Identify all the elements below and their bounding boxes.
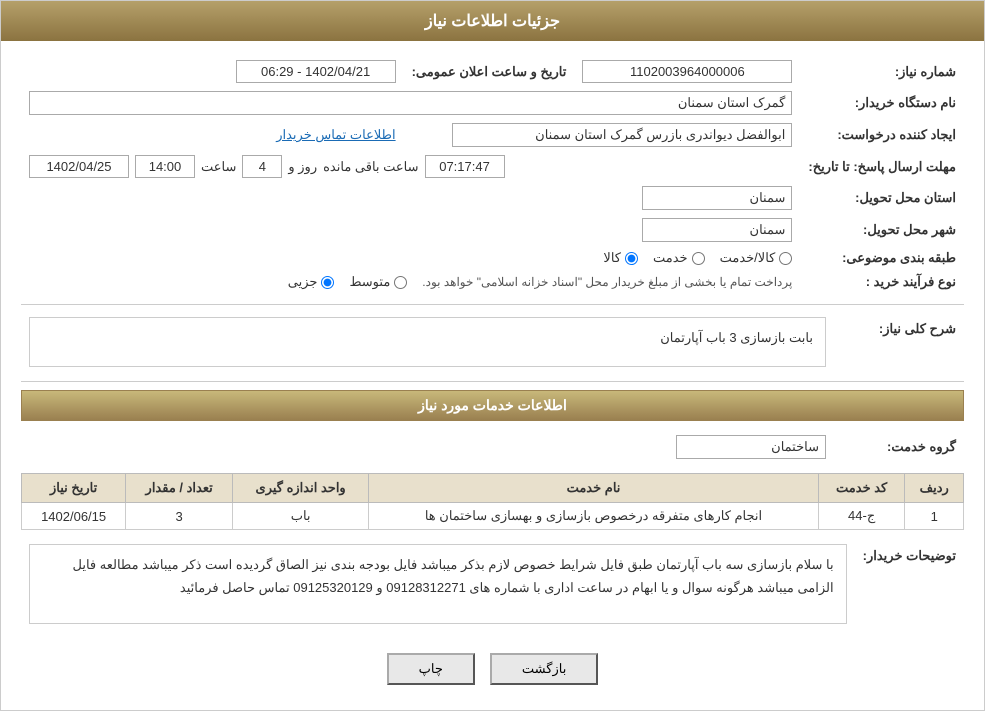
buyer-org-label: نام دستگاه خریدار: xyxy=(800,87,964,119)
col-count: تعداد / مقدار xyxy=(126,474,233,503)
province-label: استان محل تحویل: xyxy=(800,182,964,214)
deadline-time-label: ساعت xyxy=(201,159,236,175)
deadline-label: مهلت ارسال پاسخ: تا تاریخ: xyxy=(800,151,964,182)
page-title: جزئیات اطلاعات نیاز xyxy=(1,1,984,41)
services-table: ردیف کد خدمت نام خدمت واحد اندازه گیری ت… xyxy=(21,473,964,530)
col-unit: واحد اندازه گیری xyxy=(233,474,369,503)
service-info-header: اطلاعات خدمات مورد نیاز xyxy=(21,390,964,421)
category-option-service[interactable]: خدمت xyxy=(653,250,705,266)
cell-unit: باب xyxy=(233,503,369,530)
category-group: کالا/خدمت خدمت کالا xyxy=(29,250,792,266)
service-group-label: گروه خدمت: xyxy=(834,431,964,463)
category-option-goods-service[interactable]: کالا/خدمت xyxy=(720,250,793,266)
deadline-days: 4 xyxy=(242,155,282,178)
back-button[interactable]: بازگشت xyxy=(490,653,598,685)
province-value: سمنان xyxy=(642,186,792,210)
cell-date: 1402/06/15 xyxy=(22,503,126,530)
deadline-time: 14:00 xyxy=(135,155,195,178)
cell-count: 3 xyxy=(126,503,233,530)
countdown-value: 07:17:47 xyxy=(425,155,505,178)
contact-link[interactable]: اطلاعات تماس خریدار xyxy=(276,127,395,142)
need-number-label: شماره نیاز: xyxy=(800,56,964,87)
category-option-goods[interactable]: کالا xyxy=(603,250,638,266)
table-row: 1ج-44انجام کارهای متفرقه درخصوص بازسازی … xyxy=(22,503,964,530)
days-and-label: روز و xyxy=(288,159,317,175)
need-number-value: 1102003964000006 xyxy=(582,60,792,83)
announce-date: 1402/04/21 - 06:29 xyxy=(236,60,396,83)
buyer-desc-value: با سلام بازسازی سه باب آپارتمان طبق فایل… xyxy=(29,544,847,624)
col-date: تاریخ نیاز xyxy=(22,474,126,503)
service-group-value: ساختمان xyxy=(676,435,826,459)
creator-value: ابوالفضل دیواندری بازرس گمرک استان سمنان xyxy=(452,123,792,147)
col-row: ردیف xyxy=(905,474,964,503)
buyer-desc-label: توضیحات خریدار: xyxy=(855,540,964,628)
col-name: نام خدمت xyxy=(369,474,819,503)
purchase-type-label: نوع فرآیند خرید : xyxy=(800,270,964,294)
cell-row: 1 xyxy=(905,503,964,530)
purchase-type-note: پرداخت تمام یا بخشی از مبلغ خریدار محل "… xyxy=(422,275,792,289)
city-value: سمنان xyxy=(642,218,792,242)
need-desc-value: بابت بازسازی 3 باب آپارتمان xyxy=(29,317,826,367)
col-code: کد خدمت xyxy=(818,474,905,503)
deadline-date: 1402/04/25 xyxy=(29,155,129,178)
countdown-label: ساعت باقی مانده xyxy=(323,159,418,175)
cell-name: انجام کارهای متفرقه درخصوص بازسازی و بهس… xyxy=(369,503,819,530)
category-label: طبقه بندی موضوعی: xyxy=(800,246,964,270)
print-button[interactable]: چاپ xyxy=(387,653,475,685)
city-label: شهر محل تحویل: xyxy=(800,214,964,246)
button-bar: بازگشت چاپ xyxy=(21,638,964,695)
creator-label: ایجاد کننده درخواست: xyxy=(800,119,964,151)
buyer-org-value: گمرک استان سمنان xyxy=(29,91,792,115)
purchase-type-partial[interactable]: جزیی xyxy=(288,274,335,290)
cell-code: ج-44 xyxy=(818,503,905,530)
purchase-type-group: متوسط جزیی xyxy=(288,274,408,290)
purchase-type-medium[interactable]: متوسط xyxy=(349,274,407,290)
need-desc-label: شرح کلی نیاز: xyxy=(834,313,964,371)
announce-label: تاریخ و ساعت اعلان عمومی: xyxy=(404,56,575,87)
